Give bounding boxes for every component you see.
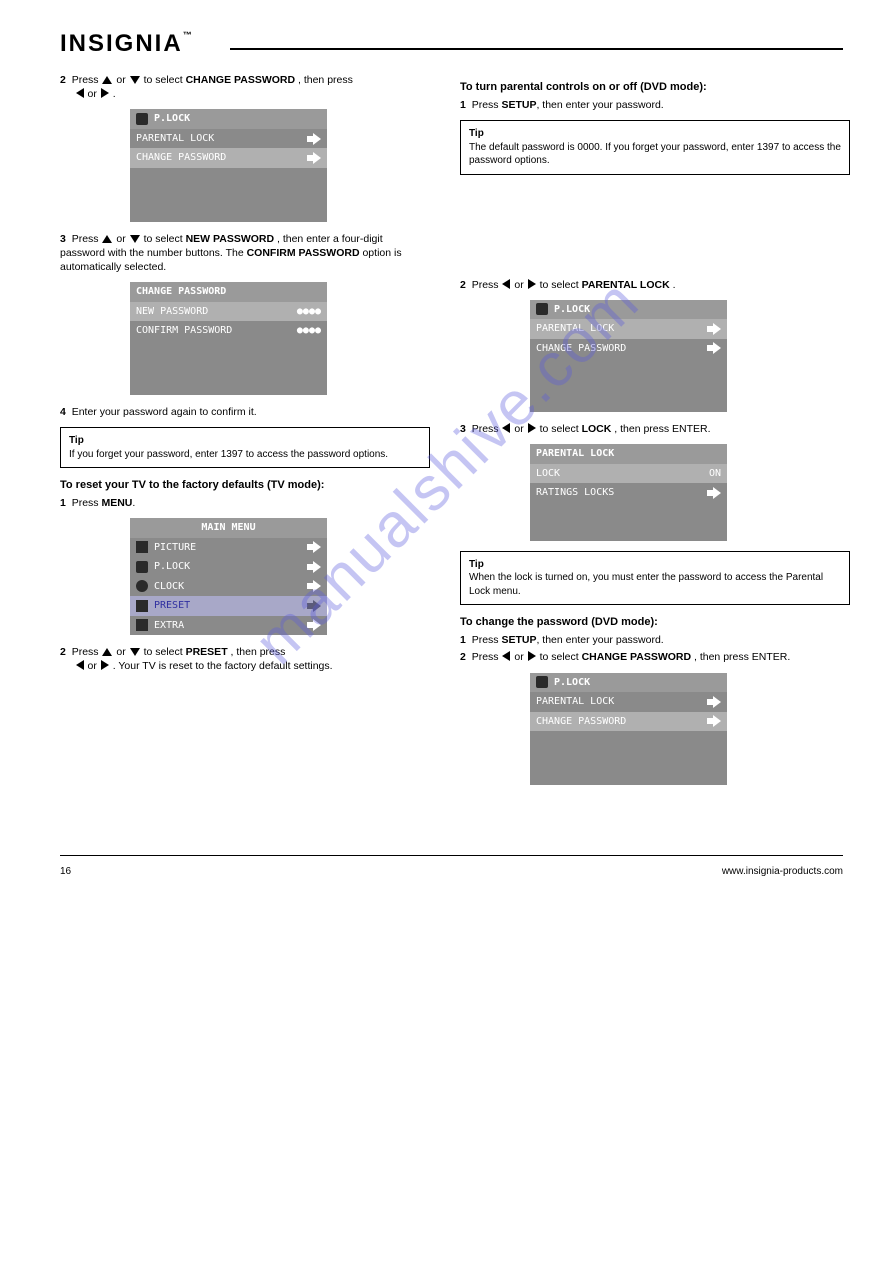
page-footer: 16 www.insignia-products.com	[60, 866, 843, 877]
arrow-right-icon	[307, 542, 321, 552]
lock-icon	[136, 561, 148, 573]
step-2: 2 Press or to select CHANGE PASSWORD , t…	[60, 73, 430, 101]
osd-title: P.LOCK	[554, 303, 590, 317]
right-arrow-icon	[101, 660, 109, 670]
osd-title-row: CHANGE PASSWORD	[130, 282, 327, 302]
dvd-step-3: 3 Press or to select LOCK , then press E…	[460, 422, 850, 436]
osd-row-preset: PRESET	[130, 596, 327, 616]
osd-row-ratings: RATINGS LOCKS	[530, 483, 727, 503]
down-arrow-icon	[130, 235, 140, 243]
right-arrow-icon	[528, 651, 536, 661]
lock-icon	[536, 676, 548, 688]
arrow-right-icon	[307, 153, 321, 163]
arrow-right-icon	[307, 562, 321, 572]
osd-title: PARENTAL LOCK	[536, 447, 614, 461]
header-rule	[230, 48, 843, 50]
dvd-step-2: 2 Press or to select PARENTAL LOCK .	[460, 278, 850, 292]
down-arrow-icon	[130, 76, 140, 84]
left-arrow-icon	[502, 279, 510, 289]
arrow-right-icon	[707, 488, 721, 498]
osd-row-parental: PARENTAL LOCK	[530, 692, 727, 712]
up-arrow-icon	[102, 235, 112, 243]
left-column: 2 Press or to select CHANGE PASSWORD , t…	[60, 70, 430, 795]
tip-box-2: Tip The default password is 0000. If you…	[460, 120, 850, 175]
arrow-right-icon	[307, 134, 321, 144]
osd-change-password: CHANGE PASSWORD NEW PASSWORD ●●●● CONFIR…	[130, 282, 327, 395]
tip-box-3: Tip When the lock is turned on, you must…	[460, 551, 850, 606]
left-arrow-icon	[502, 423, 510, 433]
lock-icon	[536, 303, 548, 315]
picture-icon	[136, 541, 148, 553]
arrow-right-icon	[707, 716, 721, 726]
footer-url: www.insignia-products.com	[722, 866, 843, 877]
heading-changepw-dvd: To change the password (DVD mode):	[460, 615, 850, 630]
up-arrow-icon	[102, 76, 112, 84]
osd-title: CHANGE PASSWORD	[136, 285, 226, 299]
step-3: 3 Press or to select NEW PASSWORD , then…	[60, 232, 430, 275]
osd-plock-changepw-2: P.LOCK PARENTAL LOCK CHANGE PASSWORD	[530, 673, 727, 786]
brand-logo: INSIGNIA™	[60, 30, 192, 58]
osd-row-clock: CLOCK	[130, 577, 327, 597]
down-arrow-icon	[130, 648, 140, 656]
osd-row-lock: LOCK ON	[530, 464, 727, 484]
heading-reset: To reset your TV to the factory defaults…	[60, 478, 430, 493]
arrow-right-icon	[307, 581, 321, 591]
osd-row-parental: PARENTAL LOCK	[530, 319, 727, 339]
osd-title: P.LOCK	[154, 112, 190, 126]
arrow-right-icon	[707, 697, 721, 707]
lock-icon	[136, 113, 148, 125]
osd-row-parental: PARENTAL LOCK	[130, 129, 327, 149]
osd-title-row: PARENTAL LOCK	[530, 444, 727, 464]
arrow-right-icon	[707, 343, 721, 353]
dvd-pw-step-1: 1 Press SETUP, then enter your password.	[460, 633, 850, 647]
osd-title-row: P.LOCK	[530, 673, 727, 693]
osd-plock-changepw: P.LOCK PARENTAL LOCK CHANGE PASSWORD	[130, 109, 327, 222]
osd-title-row: P.LOCK	[130, 109, 327, 129]
arrow-right-icon	[307, 620, 321, 630]
left-arrow-icon	[76, 88, 84, 98]
osd-title-row: MAIN MENU	[130, 518, 327, 538]
osd-row-confirmpw: CONFIRM PASSWORD ●●●●	[130, 321, 327, 341]
right-arrow-icon	[528, 423, 536, 433]
up-arrow-icon	[102, 648, 112, 656]
extra-icon	[136, 619, 148, 631]
osd-row-plock: P.LOCK	[130, 557, 327, 577]
preset-icon	[136, 600, 148, 612]
osd-title: P.LOCK	[554, 676, 590, 690]
dvd-step-1: 1 Press SETUP, then enter your password.	[460, 98, 850, 112]
osd-main-menu: MAIN MENU PICTURE P.LOCK CLOCK PRESET EX…	[130, 518, 327, 635]
arrow-right-icon	[307, 601, 321, 611]
footer-rule	[60, 855, 843, 856]
right-arrow-icon	[101, 88, 109, 98]
page-number: 16	[60, 866, 71, 877]
osd-row-changepw: CHANGE PASSWORD	[130, 148, 327, 168]
osd-row-picture: PICTURE	[130, 538, 327, 558]
left-arrow-icon	[76, 660, 84, 670]
osd-parental-lock: PARENTAL LOCK LOCK ON RATINGS LOCKS	[530, 444, 727, 541]
arrow-right-icon	[707, 324, 721, 334]
osd-row-newpw: NEW PASSWORD ●●●●	[130, 302, 327, 322]
right-arrow-icon	[528, 279, 536, 289]
heading-parental-dvd: To turn parental controls on or off (DVD…	[460, 80, 850, 95]
reset-step-1: 1 Press MENU.	[60, 496, 430, 510]
osd-title: MAIN MENU	[201, 521, 255, 535]
clock-icon	[136, 580, 148, 592]
dvd-pw-step-2: 2 Press or to select CHANGE PASSWORD , t…	[460, 650, 850, 664]
osd-plock-parental: P.LOCK PARENTAL LOCK CHANGE PASSWORD	[530, 300, 727, 413]
step-4: 4 Enter your password again to confirm i…	[60, 405, 430, 419]
reset-step-2: 2 Press or to select PRESET , then press…	[60, 645, 430, 673]
osd-row-extra: EXTRA	[130, 616, 327, 636]
tip-box-1: Tip If you forget your password, enter 1…	[60, 427, 430, 468]
right-column: To turn parental controls on or off (DVD…	[460, 70, 850, 795]
left-arrow-icon	[502, 651, 510, 661]
osd-title-row: P.LOCK	[530, 300, 727, 320]
osd-row-changepw: CHANGE PASSWORD	[530, 712, 727, 732]
osd-row-changepw: CHANGE PASSWORD	[530, 339, 727, 359]
